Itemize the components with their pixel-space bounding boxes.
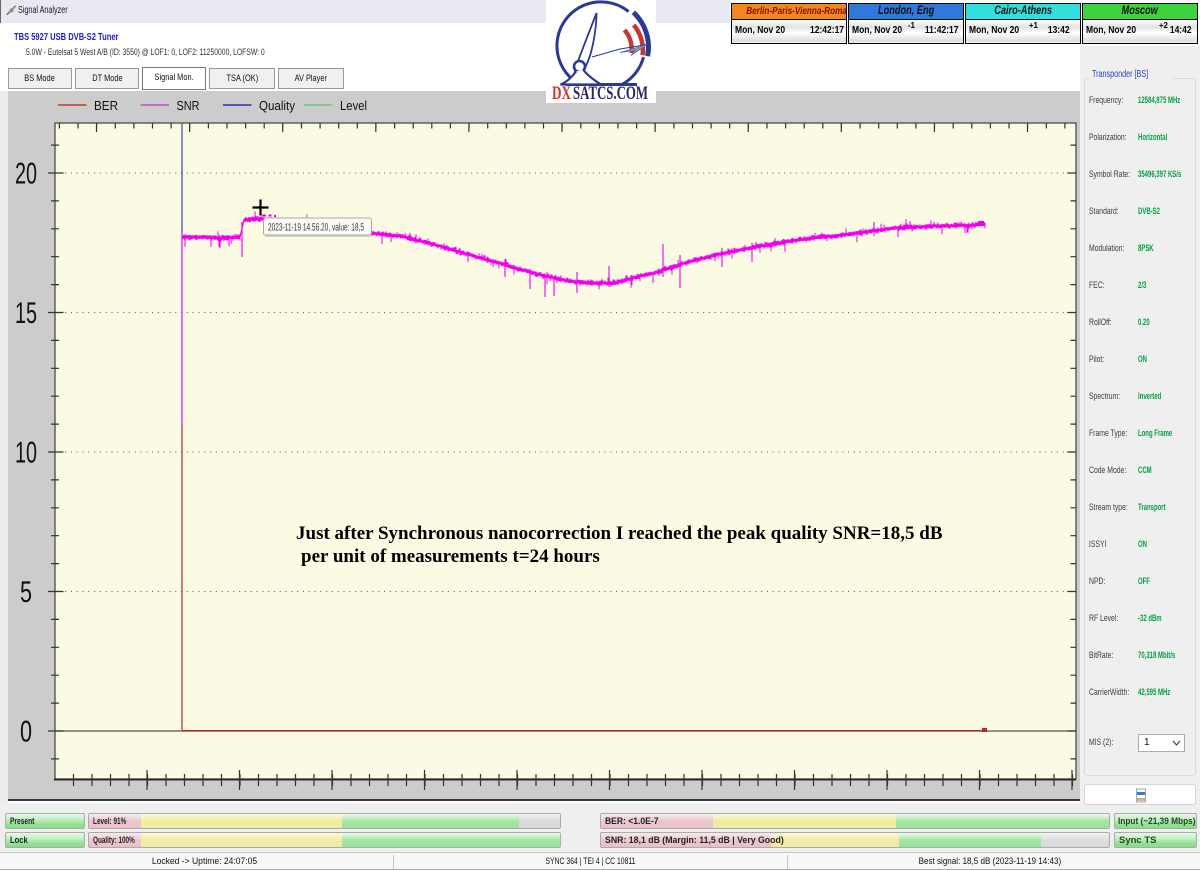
svg-text:SATCS.COM: SATCS.COM [573,83,648,103]
svg-text:DX: DX [552,83,571,103]
svg-text:Level: Level [340,98,367,113]
svg-text:5: 5 [20,576,32,609]
svg-text:20: 20 [15,158,37,191]
svg-text:BER: BER [94,98,118,113]
svg-text:2023-11-19 14.56.20, value: 18: 2023-11-19 14.56.20, value: 18,5 [268,222,364,234]
svg-text:10: 10 [15,437,37,470]
svg-text:0: 0 [20,716,32,749]
svg-text:SNR: SNR [177,98,200,113]
svg-text:15: 15 [15,297,37,330]
svg-text:Quality: Quality [259,98,295,113]
